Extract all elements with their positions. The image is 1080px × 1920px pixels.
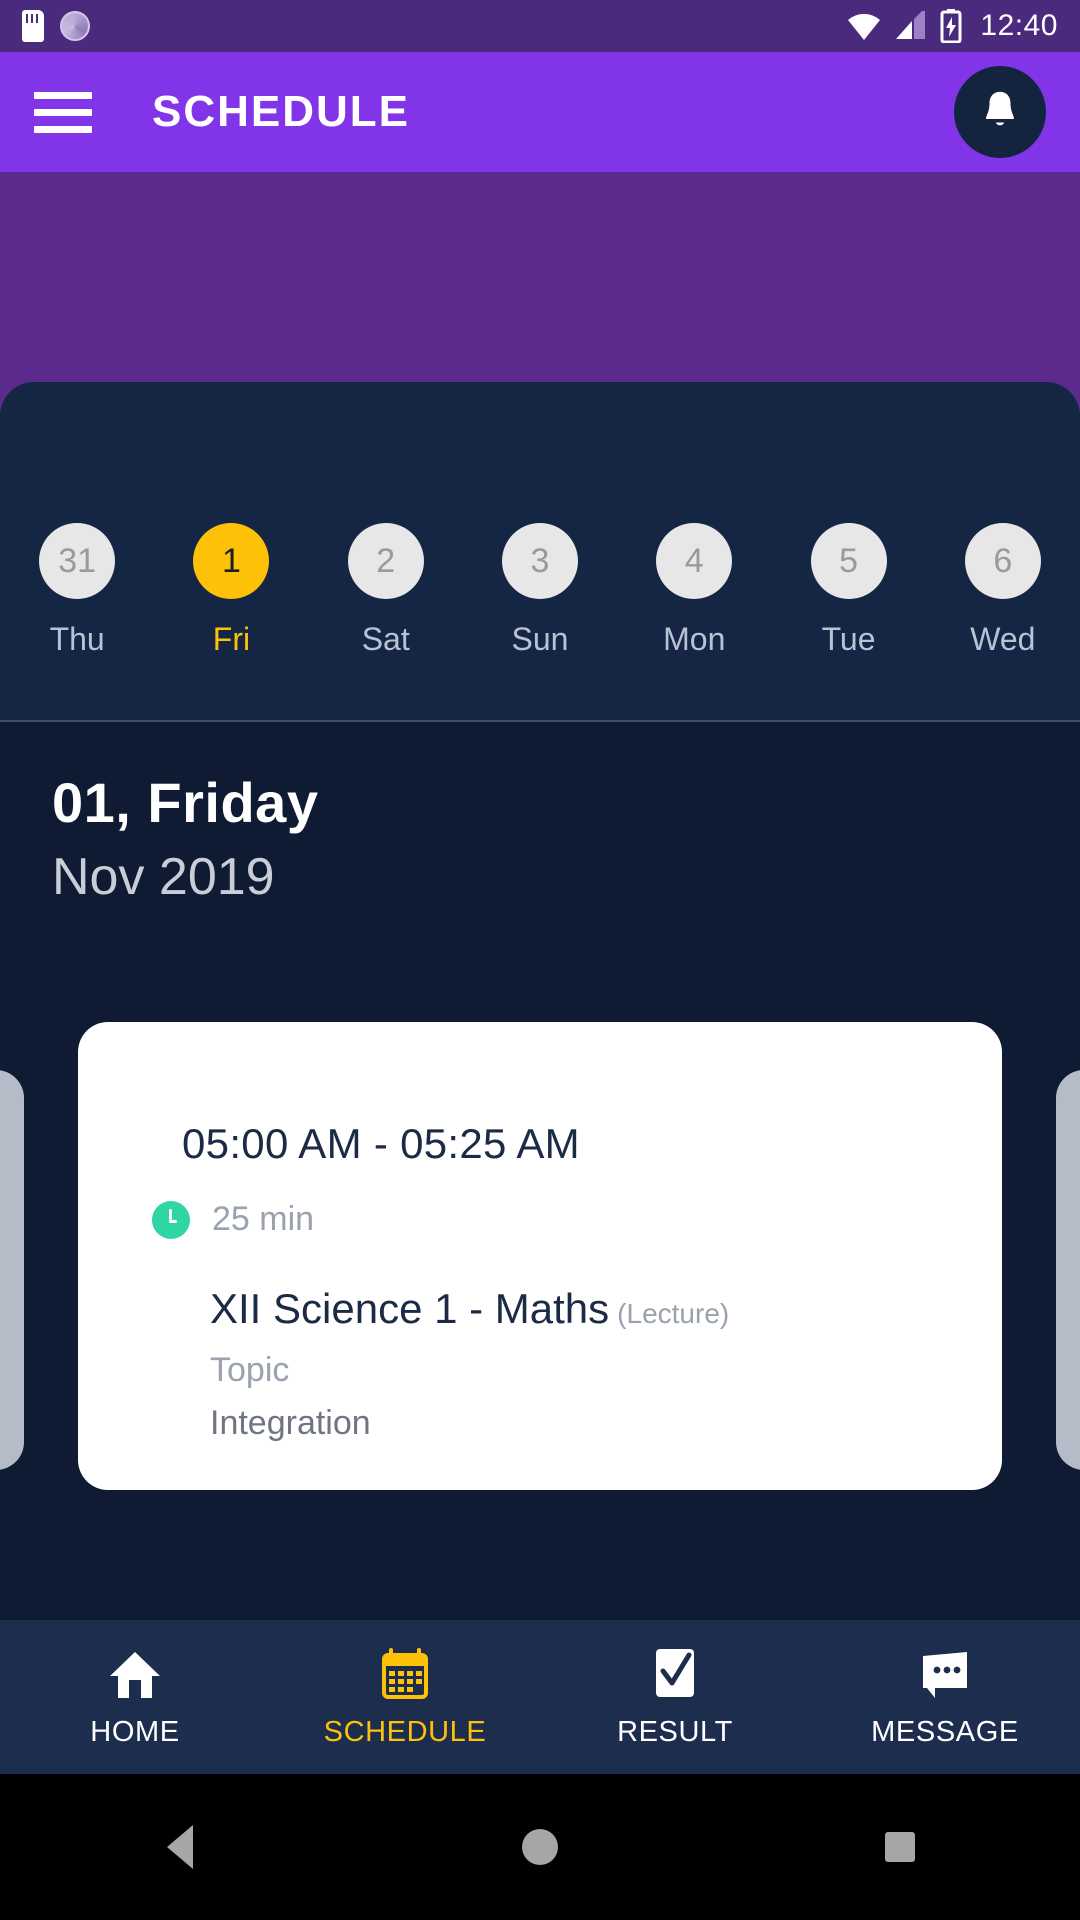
- date-day-label: Thu: [49, 621, 105, 657]
- selected-date-main: 01, Friday: [52, 771, 319, 834]
- nav-label-schedule: SCHEDULE: [323, 1715, 487, 1748]
- back-icon: [167, 1825, 193, 1869]
- nav-item-result[interactable]: RESULT: [540, 1646, 810, 1749]
- date-cell-wed[interactable]: 6 Wed: [926, 523, 1080, 658]
- nav-label-home: HOME: [90, 1715, 180, 1748]
- date-circle: 31: [39, 523, 116, 599]
- date-day-label: Mon: [663, 621, 726, 657]
- android-navigation-bar: [0, 1774, 1080, 1920]
- selected-date-heading: 01, Friday Nov 2019: [52, 770, 318, 907]
- nav-label-message: MESSAGE: [871, 1715, 1019, 1748]
- signal-icon: [896, 11, 926, 39]
- home-circle-icon: [522, 1829, 558, 1865]
- lesson-topic-value: Integration: [210, 1404, 371, 1442]
- wifi-icon: [848, 13, 881, 40]
- date-cell-sat[interactable]: 2 Sat: [309, 523, 463, 658]
- recents-icon: [885, 1832, 915, 1862]
- date-circle: 2: [347, 523, 424, 599]
- date-circle: 6: [964, 523, 1041, 599]
- date-cell-sun[interactable]: 3 Sun: [463, 523, 617, 658]
- date-circle: 4: [656, 523, 733, 599]
- checklist-icon: [652, 1646, 698, 1700]
- android-home-button[interactable]: [360, 1829, 720, 1865]
- notification-button[interactable]: [954, 66, 1046, 158]
- nav-item-schedule[interactable]: SCHEDULE: [270, 1646, 540, 1749]
- bell-icon: [986, 91, 1014, 126]
- date-day-label: Tue: [821, 621, 876, 657]
- date-circle: 1: [193, 523, 270, 599]
- lesson-duration-row: 25 min: [152, 1200, 1002, 1239]
- date-day-label: Sun: [511, 621, 569, 657]
- lesson-subject: XII Science 1 - Maths: [210, 1285, 610, 1332]
- lesson-topic-label: Topic: [210, 1351, 290, 1389]
- clock-icon: [152, 1200, 190, 1239]
- app-bar: SCHEDULE: [0, 52, 1080, 172]
- status-bar-left-icons: [22, 10, 90, 42]
- nav-label-result: RESULT: [617, 1715, 733, 1748]
- date-day-label: Fri: [212, 621, 251, 657]
- date-strip-card: 31 Thu 1 Fri 2 Sat 3 Sun 4 Mon 5 Tue 6 W…: [0, 382, 1080, 722]
- date-cell-tue[interactable]: 5 Tue: [771, 523, 925, 658]
- android-back-button[interactable]: [0, 1825, 360, 1869]
- selected-date-month-year: Nov 2019: [52, 848, 275, 906]
- peek-card-next[interactable]: [1056, 1070, 1080, 1470]
- battery-charging-icon: [940, 9, 962, 43]
- status-bar-right-icons: 12:40: [846, 9, 1058, 43]
- date-cell-fri[interactable]: 1 Fri: [154, 523, 308, 658]
- page-title: SCHEDULE: [152, 87, 411, 136]
- lesson-card[interactable]: 05:00 AM - 05:25 AM 25 min XII Science 1…: [78, 1022, 1002, 1490]
- date-cell-mon[interactable]: 4 Mon: [617, 523, 771, 658]
- message-icon: [917, 1646, 973, 1700]
- status-bar-time: 12:40: [980, 9, 1058, 42]
- lesson-duration: 25 min: [212, 1200, 315, 1238]
- date-day-label: Wed: [970, 621, 1036, 657]
- bottom-navigation-bar: HOME SCHEDULE RESULT MESSAGE: [0, 1620, 1080, 1774]
- date-strip-row: 31 Thu 1 Fri 2 Sat 3 Sun 4 Mon 5 Tue 6 W…: [0, 523, 1080, 658]
- date-cell-thu[interactable]: 31 Thu: [0, 523, 154, 658]
- hamburger-menu-icon[interactable]: [34, 91, 92, 133]
- lesson-card-carousel[interactable]: 05:00 AM - 05:25 AM 25 min XII Science 1…: [0, 1010, 1080, 1490]
- lesson-time-range: 05:00 AM - 05:25 AM: [182, 1120, 580, 1167]
- android-recents-button[interactable]: [720, 1832, 1080, 1862]
- nav-item-message[interactable]: MESSAGE: [810, 1646, 1080, 1749]
- peek-card-previous[interactable]: [0, 1070, 24, 1470]
- nav-item-home[interactable]: HOME: [0, 1646, 270, 1749]
- sdcard-icon: [22, 10, 44, 42]
- spinner-icon: [60, 11, 90, 41]
- date-circle: 5: [810, 523, 887, 599]
- home-icon: [108, 1646, 162, 1700]
- date-circle: 3: [501, 523, 578, 599]
- date-day-label: Sat: [361, 621, 410, 657]
- calendar-icon: [379, 1646, 431, 1700]
- lesson-session-type: (Lecture): [617, 1298, 730, 1329]
- status-bar: 12:40: [0, 0, 1080, 52]
- lesson-subject-block: XII Science 1 - Maths (Lecture) Topic Int…: [210, 1285, 1002, 1443]
